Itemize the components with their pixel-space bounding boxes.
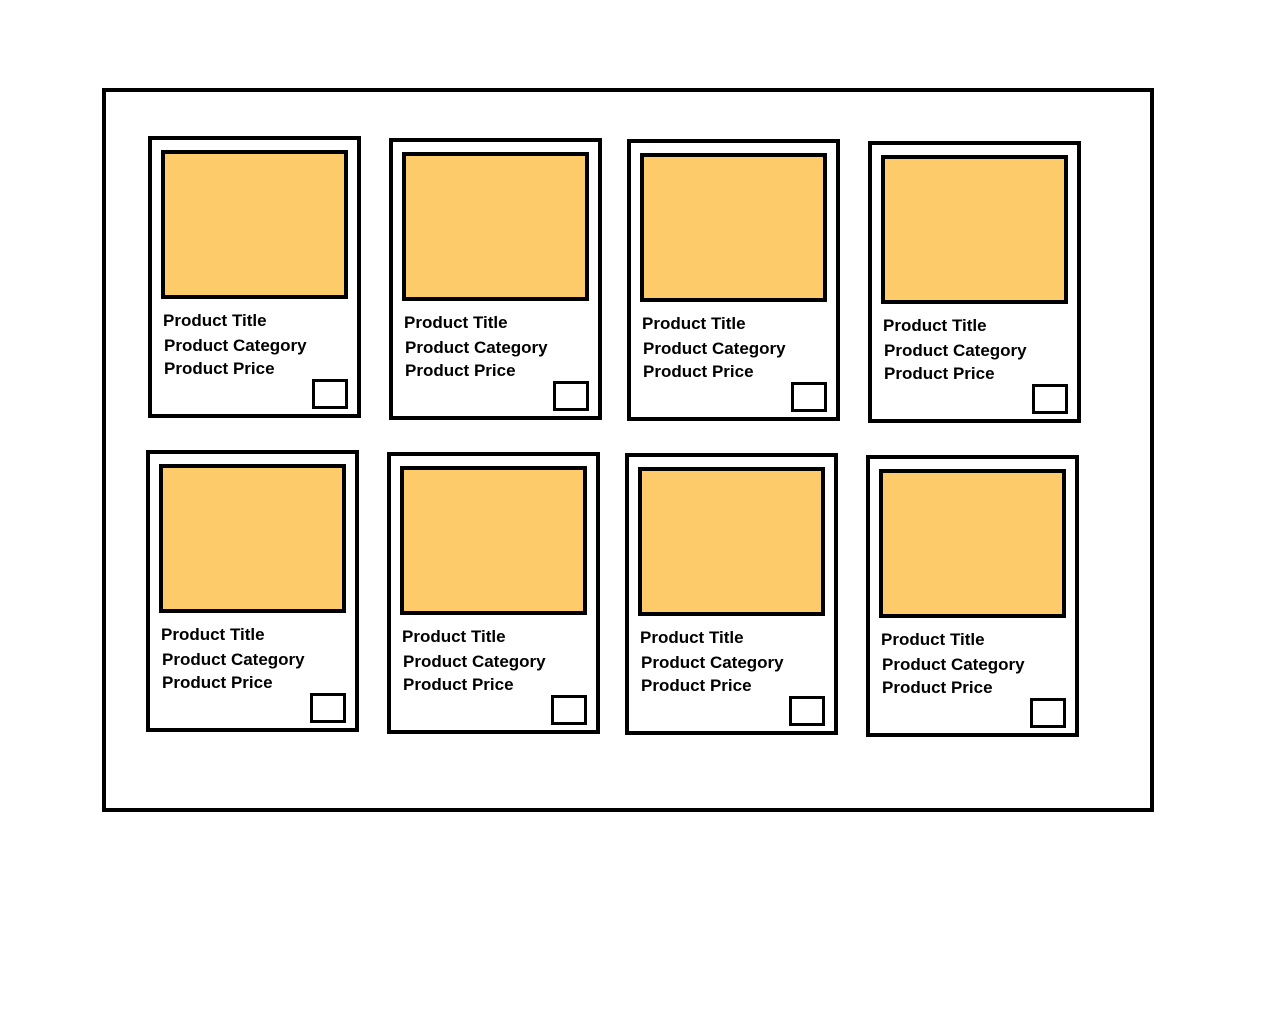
product-image[interactable] bbox=[638, 467, 825, 616]
product-select-checkbox[interactable] bbox=[1032, 384, 1068, 414]
product-card[interactable]: Product Title Product Category Product P… bbox=[866, 455, 1079, 737]
product-image[interactable] bbox=[159, 464, 346, 613]
product-title[interactable]: Product Title bbox=[402, 627, 506, 647]
product-price: Product Price bbox=[643, 362, 754, 381]
product-card[interactable]: Product Title Product Category Product P… bbox=[148, 136, 361, 418]
product-category: Product Category bbox=[162, 650, 305, 669]
product-card[interactable]: Product Title Product Category Product P… bbox=[868, 141, 1081, 423]
product-price: Product Price bbox=[403, 675, 514, 694]
product-title[interactable]: Product Title bbox=[163, 311, 267, 331]
product-card[interactable]: Product Title Product Category Product P… bbox=[146, 450, 359, 732]
product-select-checkbox[interactable] bbox=[1030, 698, 1066, 728]
product-image[interactable] bbox=[161, 150, 348, 299]
product-select-checkbox[interactable] bbox=[789, 696, 825, 726]
product-image[interactable] bbox=[640, 153, 827, 302]
product-category: Product Category bbox=[405, 338, 548, 357]
product-image[interactable] bbox=[400, 466, 587, 615]
product-category: Product Category bbox=[403, 652, 546, 671]
product-image[interactable] bbox=[881, 155, 1068, 304]
product-category: Product Category bbox=[164, 336, 307, 355]
product-category: Product Category bbox=[643, 339, 786, 358]
product-card[interactable]: Product Title Product Category Product P… bbox=[625, 453, 838, 735]
product-select-checkbox[interactable] bbox=[312, 379, 348, 409]
product-image[interactable] bbox=[879, 469, 1066, 618]
product-title[interactable]: Product Title bbox=[404, 313, 508, 333]
product-select-checkbox[interactable] bbox=[791, 382, 827, 412]
product-price: Product Price bbox=[882, 678, 993, 697]
product-price: Product Price bbox=[162, 673, 273, 692]
product-image[interactable] bbox=[402, 152, 589, 301]
product-title[interactable]: Product Title bbox=[161, 625, 265, 645]
product-price: Product Price bbox=[405, 361, 516, 380]
product-select-checkbox[interactable] bbox=[553, 381, 589, 411]
product-select-checkbox[interactable] bbox=[551, 695, 587, 725]
product-title[interactable]: Product Title bbox=[642, 314, 746, 334]
product-title[interactable]: Product Title bbox=[881, 630, 985, 650]
product-category: Product Category bbox=[882, 655, 1025, 674]
product-card[interactable]: Product Title Product Category Product P… bbox=[627, 139, 840, 421]
product-category: Product Category bbox=[884, 341, 1027, 360]
product-card[interactable]: Product Title Product Category Product P… bbox=[387, 452, 600, 734]
product-price: Product Price bbox=[641, 676, 752, 695]
product-price: Product Price bbox=[884, 364, 995, 383]
product-select-checkbox[interactable] bbox=[310, 693, 346, 723]
product-price: Product Price bbox=[164, 359, 275, 378]
product-title[interactable]: Product Title bbox=[640, 628, 744, 648]
product-title[interactable]: Product Title bbox=[883, 316, 987, 336]
product-category: Product Category bbox=[641, 653, 784, 672]
product-card[interactable]: Product Title Product Category Product P… bbox=[389, 138, 602, 420]
